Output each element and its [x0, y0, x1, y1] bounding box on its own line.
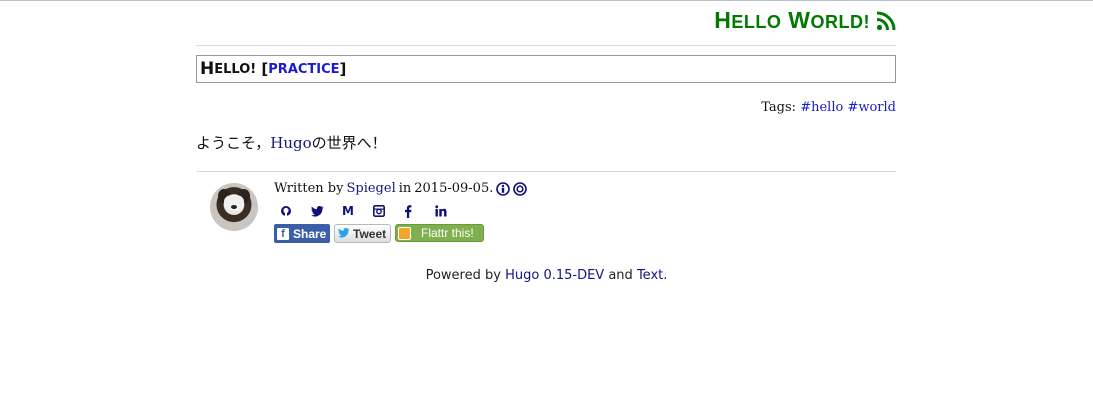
written-by-label: Written by	[274, 181, 344, 196]
author-info: Written by Spiegel in 2015-09-05. M f Sh…	[274, 181, 528, 243]
site-title-rest-1: ello	[731, 12, 782, 32]
author-block: Written by Spiegel in 2015-09-05. M f Sh…	[196, 172, 896, 264]
facebook-share-label: Share	[293, 226, 327, 241]
article-body: ようこそ，Hugoの世界へ！	[196, 132, 896, 153]
author-line: Written by Spiegel in 2015-09-05.	[274, 181, 528, 196]
site-title-cap-2: W	[788, 7, 811, 33]
article-title-cap: H	[200, 59, 215, 79]
facebook-logo-icon: f	[277, 227, 289, 240]
site-header: Hello World!	[196, 0, 896, 46]
avatar	[210, 183, 258, 231]
body-text-before: ようこそ，	[196, 134, 271, 152]
in-label: in	[398, 181, 412, 196]
bracket-open: [	[256, 60, 269, 78]
hugo-link[interactable]: Hugo 0.15-DEV	[505, 268, 604, 283]
hugo-body-link[interactable]: Hugo	[270, 134, 311, 152]
cc-sa-icon[interactable]	[513, 181, 528, 196]
github-icon[interactable]	[280, 202, 311, 220]
powered-by-label: Powered by	[425, 268, 501, 283]
cc-by-icon[interactable]	[496, 181, 511, 196]
tags-line: Tags: #hello #world	[196, 100, 896, 115]
site-title-cap-1: H	[714, 7, 732, 33]
twitter-bird-icon	[338, 227, 350, 241]
flattr-logo-icon	[398, 226, 411, 240]
flattr-button[interactable]: Flattr this!	[395, 224, 484, 242]
footer-period: .	[663, 268, 668, 283]
tag-link-world[interactable]: #world	[847, 100, 896, 115]
linkedin-icon[interactable]	[435, 202, 466, 220]
author-name-link[interactable]: Spiegel	[346, 181, 395, 196]
site-title-link[interactable]: Hello World!	[714, 7, 896, 34]
twitter-icon[interactable]	[311, 202, 342, 220]
tweet-button[interactable]: Tweet	[334, 224, 391, 243]
page-container: Hello World! Hello! [practice] Tags: #he…	[196, 0, 896, 264]
flattr-label: Flattr this!	[421, 226, 474, 240]
category-link[interactable]: practice	[268, 62, 339, 77]
medium-icon[interactable]: M	[342, 202, 373, 220]
site-title-rest-2: orld!	[810, 12, 870, 32]
instagram-icon[interactable]	[373, 202, 404, 220]
post-date: 2015-09-05.	[414, 181, 494, 196]
share-buttons: f Share Tweet Flattr this!	[274, 224, 527, 243]
article-title-rest: ello!	[214, 61, 257, 77]
and-label: and	[608, 268, 633, 283]
theme-link[interactable]: Text	[637, 268, 663, 283]
site-footer: Powered by Hugo 0.15-DEV and Text.	[0, 268, 1093, 283]
rss-icon[interactable]	[876, 11, 896, 31]
tag-link-hello[interactable]: #hello	[800, 100, 843, 115]
tweet-label: Tweet	[353, 226, 387, 241]
article-title: Hello! [practice]	[196, 55, 896, 83]
body-text-after: の世界へ！	[311, 134, 387, 152]
facebook-share-button[interactable]: f Share	[274, 224, 330, 243]
site-title-text: Hello World!	[714, 7, 870, 34]
facebook-icon[interactable]	[404, 202, 435, 220]
social-links: M	[280, 202, 527, 220]
tags-label: Tags:	[761, 100, 797, 115]
bracket-close: ]	[339, 60, 347, 78]
